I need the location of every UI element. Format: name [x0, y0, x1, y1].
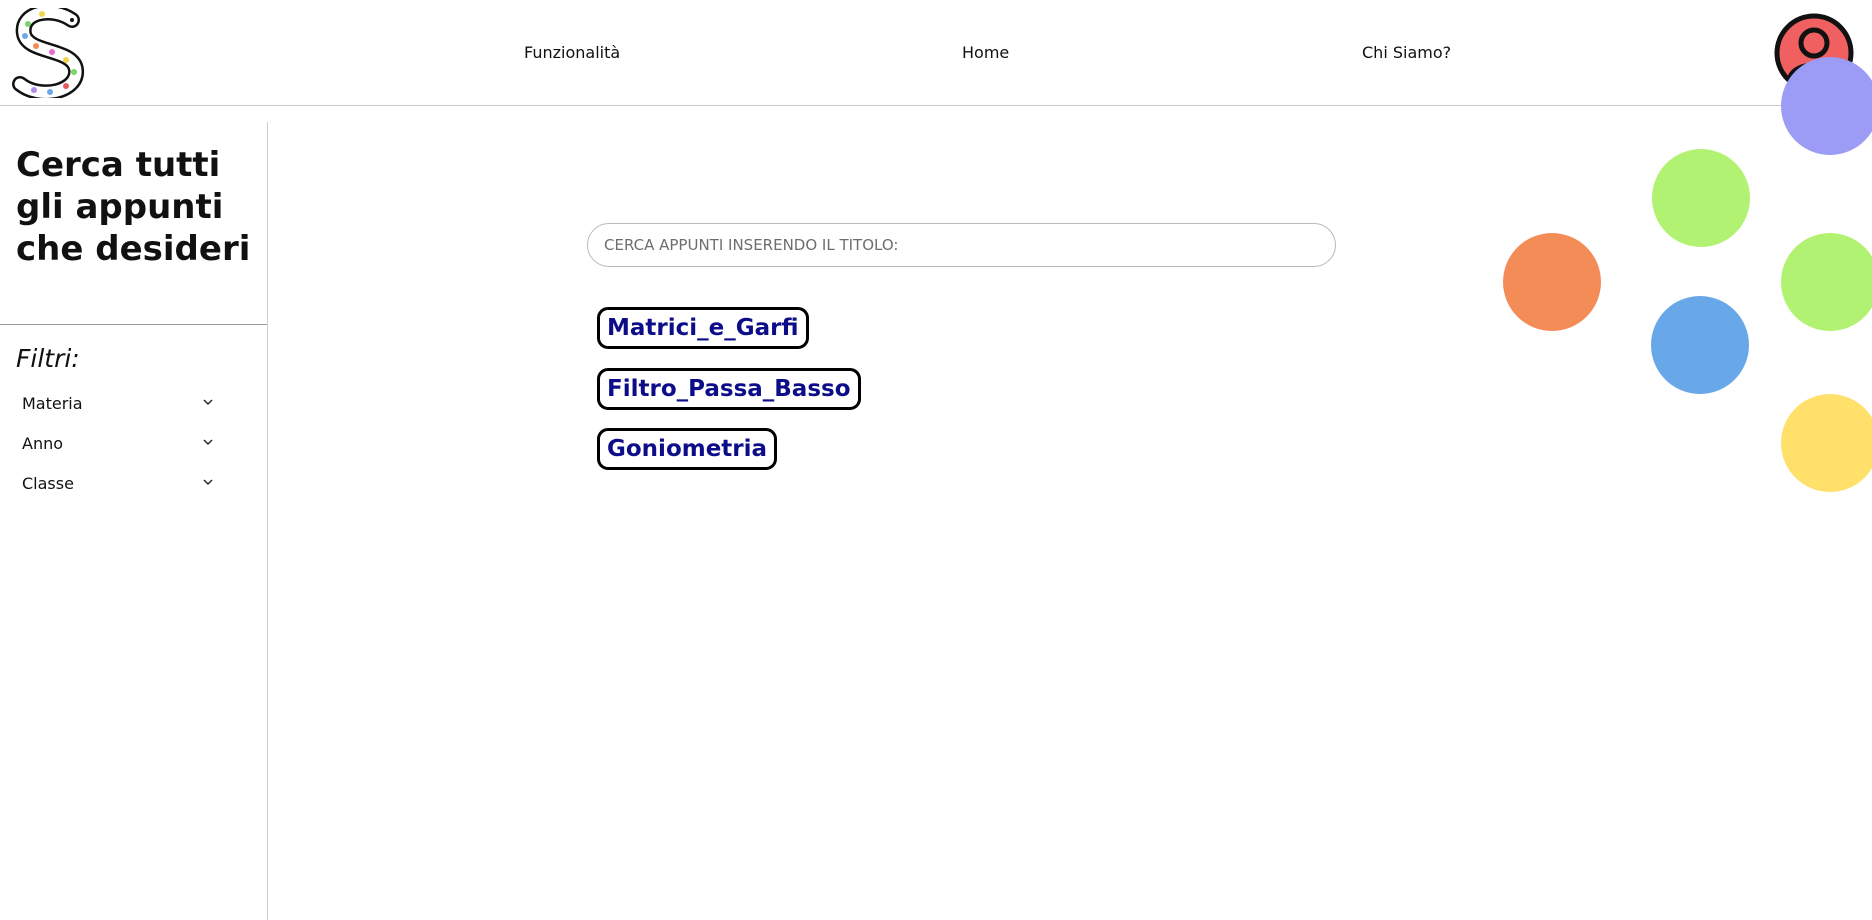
result-item-goniometria[interactable]: Goniometria — [597, 428, 778, 470]
nav-chi-siamo[interactable]: Chi Siamo? — [1362, 43, 1451, 62]
search-input[interactable] — [587, 223, 1336, 267]
decorative-circle-yellow — [1781, 394, 1872, 492]
sidebar-divider — [0, 324, 267, 325]
top-navbar: Funzionalità Home Chi Siamo? — [0, 0, 1872, 106]
filters-label: Filtri: — [16, 344, 80, 373]
decorative-circle-orange — [1503, 233, 1601, 331]
sidebar-title: Cerca tutti gli appunti che desideri — [16, 145, 251, 269]
decorative-circle-green — [1781, 233, 1872, 331]
chevron-down-icon — [203, 439, 213, 445]
filter-classe-dropdown[interactable]: Classe — [22, 470, 214, 500]
chevron-down-icon — [203, 479, 213, 485]
decorative-circle-purple — [1781, 57, 1872, 155]
decorative-circle-green — [1652, 149, 1750, 247]
chevron-down-icon — [203, 399, 213, 405]
filter-anno-dropdown[interactable]: Anno — [22, 430, 214, 460]
result-item-filtro-passa-basso[interactable]: Filtro_Passa_Basso — [597, 368, 861, 410]
nav-funzionalita[interactable]: Funzionalità — [524, 43, 620, 62]
snake-s-logo[interactable] — [12, 8, 86, 98]
result-item-matrici-e-garfi[interactable]: Matrici_e_Garfi — [597, 307, 809, 349]
filters-sidebar: Cerca tutti gli appunti che desideri Fil… — [0, 122, 268, 920]
filter-anno-label: Anno — [22, 434, 64, 453]
decorative-circle-blue — [1651, 296, 1749, 394]
filter-materia-label: Materia — [22, 394, 83, 413]
nav-home[interactable]: Home — [962, 43, 1009, 62]
filter-materia-dropdown[interactable]: Materia — [22, 390, 214, 420]
filter-classe-label: Classe — [22, 474, 74, 493]
